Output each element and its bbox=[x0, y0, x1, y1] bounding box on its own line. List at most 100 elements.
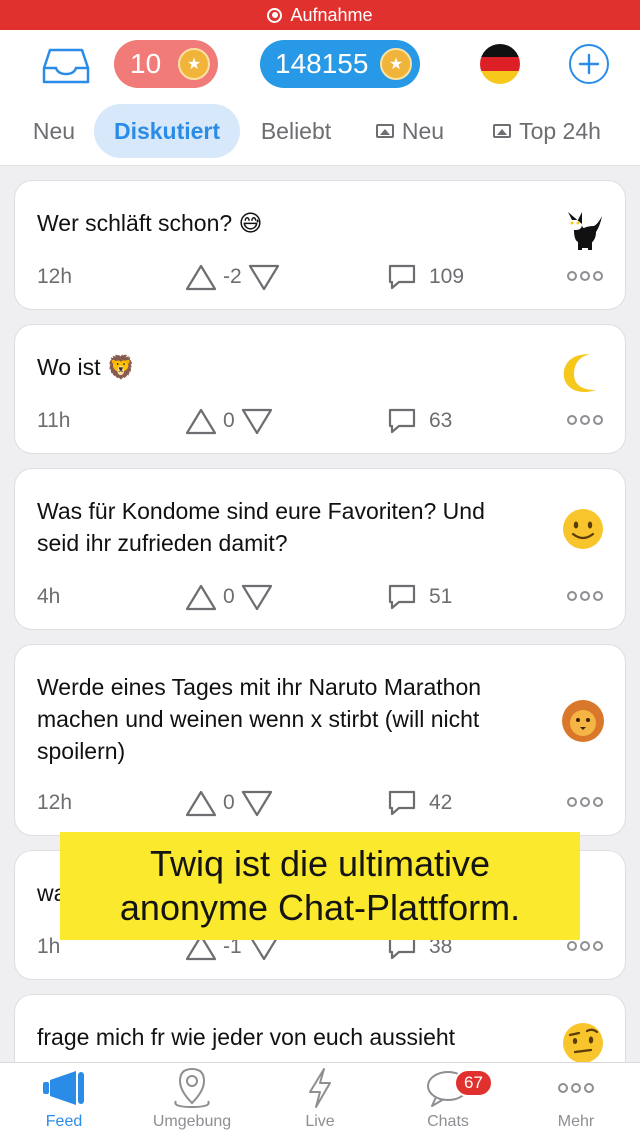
post-time: 4h bbox=[37, 585, 61, 608]
points-pill[interactable]: 148155 ★ bbox=[260, 40, 420, 88]
location-pin-icon bbox=[168, 1063, 216, 1113]
post-text: Was für Kondome sind eure Favoriten? Und… bbox=[37, 498, 485, 556]
vote-count: 0 bbox=[223, 409, 235, 432]
megaphone-icon bbox=[40, 1063, 88, 1113]
star-coin-icon: ★ bbox=[380, 48, 412, 80]
downvote-icon[interactable] bbox=[241, 583, 273, 611]
smiley-icon bbox=[559, 505, 607, 553]
image-icon bbox=[375, 124, 394, 138]
tab-diskutiert[interactable]: Diskutiert bbox=[94, 104, 240, 158]
upvote-icon[interactable] bbox=[185, 407, 217, 435]
feed-tabs: Neu Diskutiert Beliebt Neu Top 24h bbox=[0, 102, 640, 162]
tabbar-item-mehr[interactable]: Mehr bbox=[512, 1063, 640, 1138]
more-options-icon[interactable] bbox=[567, 591, 603, 601]
post-text: Wer schläft schon? 😅 bbox=[37, 210, 263, 236]
tab-label: Beliebt bbox=[260, 117, 332, 144]
vote-controls: 0 bbox=[185, 403, 273, 439]
tabbar-label: Mehr bbox=[557, 1113, 595, 1130]
lion-icon bbox=[559, 697, 607, 745]
vote-controls: 0 bbox=[185, 785, 273, 821]
caption-overlay: Twiq ist die ultimative anonyme Chat-Pla… bbox=[60, 832, 580, 940]
tab-image-top24h[interactable]: Top 24h bbox=[472, 104, 622, 158]
more-options-icon[interactable] bbox=[567, 415, 603, 425]
comments-button[interactable]: 51 bbox=[387, 579, 452, 615]
more-options-icon[interactable] bbox=[567, 271, 603, 281]
post-time: 1h bbox=[37, 935, 61, 958]
tab-image-neu[interactable]: Neu bbox=[360, 104, 460, 158]
points-count: 148155 bbox=[275, 48, 369, 79]
recording-label: Aufnahme bbox=[290, 4, 373, 25]
tabbar-label: Umgebung bbox=[152, 1113, 232, 1130]
header: 10 ★ 148155 ★ Neu Diskutiert Beliebt Neu bbox=[0, 30, 640, 166]
comment-count: 109 bbox=[429, 265, 465, 288]
comment-count: 42 bbox=[429, 791, 453, 814]
tab-beliebt[interactable]: Beliebt bbox=[248, 104, 344, 158]
more-icon bbox=[558, 1063, 594, 1113]
karma-count: 10 bbox=[130, 48, 162, 79]
comment-icon bbox=[388, 408, 416, 434]
add-post-button[interactable] bbox=[569, 44, 609, 84]
record-icon bbox=[267, 7, 283, 23]
comments-button[interactable]: 63 bbox=[387, 403, 452, 439]
tabbar-item-chats[interactable]: 67 Chats bbox=[384, 1063, 512, 1138]
vote-count: 0 bbox=[223, 791, 235, 814]
caption-line: Twiq ist die ultimative bbox=[149, 843, 491, 884]
star-coin-icon: ★ bbox=[178, 48, 210, 80]
vote-controls: 0 bbox=[185, 579, 273, 615]
bottom-tab-bar: Feed Umgebung Live 67 Chats Mehr bbox=[0, 1062, 640, 1138]
post-text: Werde eines Tages mit ihr Naruto Maratho… bbox=[37, 674, 482, 764]
tab-label: Diskutiert bbox=[113, 117, 221, 144]
tabbar-label: Feed bbox=[45, 1113, 83, 1130]
upvote-icon[interactable] bbox=[185, 583, 217, 611]
post-card[interactable]: Werde eines Tages mit ihr Naruto Maratho… bbox=[14, 644, 626, 836]
lightning-icon bbox=[304, 1063, 336, 1113]
post-meta: 12h -2 109 bbox=[15, 259, 625, 295]
upvote-icon[interactable] bbox=[185, 263, 217, 291]
comments-button[interactable]: 42 bbox=[387, 785, 452, 821]
comment-count: 51 bbox=[429, 585, 453, 608]
downvote-icon[interactable] bbox=[248, 263, 280, 291]
tab-label: Neu bbox=[401, 117, 445, 144]
image-icon bbox=[493, 124, 512, 138]
post-card[interactable]: Wo ist 🦁 11h 0 63 bbox=[14, 324, 626, 454]
tab-label: Neu bbox=[32, 117, 76, 144]
tabbar-item-feed[interactable]: Feed bbox=[0, 1063, 128, 1138]
tabbar-label: Live bbox=[305, 1113, 335, 1130]
post-text: frage mich fr wie jeder von euch aussieh… bbox=[37, 1024, 456, 1050]
comment-icon bbox=[388, 264, 416, 290]
tabbar-item-live[interactable]: Live bbox=[256, 1063, 384, 1138]
post-meta: 11h 0 63 bbox=[15, 403, 625, 439]
karma-pill[interactable]: 10 ★ bbox=[114, 40, 218, 88]
post-meta: 12h 0 42 bbox=[15, 785, 625, 821]
tab-neu[interactable]: Neu bbox=[18, 104, 90, 158]
downvote-icon[interactable] bbox=[241, 789, 273, 817]
plus-icon bbox=[578, 53, 600, 75]
downvote-icon[interactable] bbox=[241, 407, 273, 435]
more-options-icon[interactable] bbox=[567, 941, 603, 951]
raised-eyebrow-icon bbox=[559, 1019, 607, 1062]
tabbar-item-umgebung[interactable]: Umgebung bbox=[128, 1063, 256, 1138]
post-time: 12h bbox=[37, 265, 73, 288]
comment-icon bbox=[388, 584, 416, 610]
more-options-icon[interactable] bbox=[567, 797, 603, 807]
tab-label: Top 24h bbox=[519, 117, 601, 144]
recording-bar[interactable]: Aufnahme bbox=[0, 0, 640, 30]
cat-icon bbox=[559, 205, 607, 253]
post-card[interactable]: Was für Kondome sind eure Favoriten? Und… bbox=[14, 468, 626, 630]
moon-icon bbox=[559, 349, 607, 397]
germany-flag-icon[interactable] bbox=[480, 44, 520, 84]
post-card[interactable]: Wer schläft schon? 😅 12h -2 109 bbox=[14, 180, 626, 310]
post-time: 11h bbox=[37, 409, 71, 432]
caption-line: anonyme Chat-Plattform. bbox=[119, 887, 521, 928]
comment-count: 63 bbox=[429, 409, 453, 432]
inbox-icon[interactable] bbox=[40, 46, 92, 86]
post-time: 12h bbox=[37, 791, 73, 814]
post-card[interactable]: frage mich fr wie jeder von euch aussieh… bbox=[14, 994, 626, 1062]
upvote-icon[interactable] bbox=[185, 789, 217, 817]
vote-controls: -2 bbox=[185, 259, 280, 295]
comments-button[interactable]: 109 bbox=[387, 259, 464, 295]
vote-count: 0 bbox=[223, 585, 235, 608]
post-text: Wo ist 🦁 bbox=[37, 354, 136, 380]
post-meta: 4h 0 51 bbox=[15, 579, 625, 615]
tabbar-label: Chats bbox=[427, 1113, 469, 1130]
